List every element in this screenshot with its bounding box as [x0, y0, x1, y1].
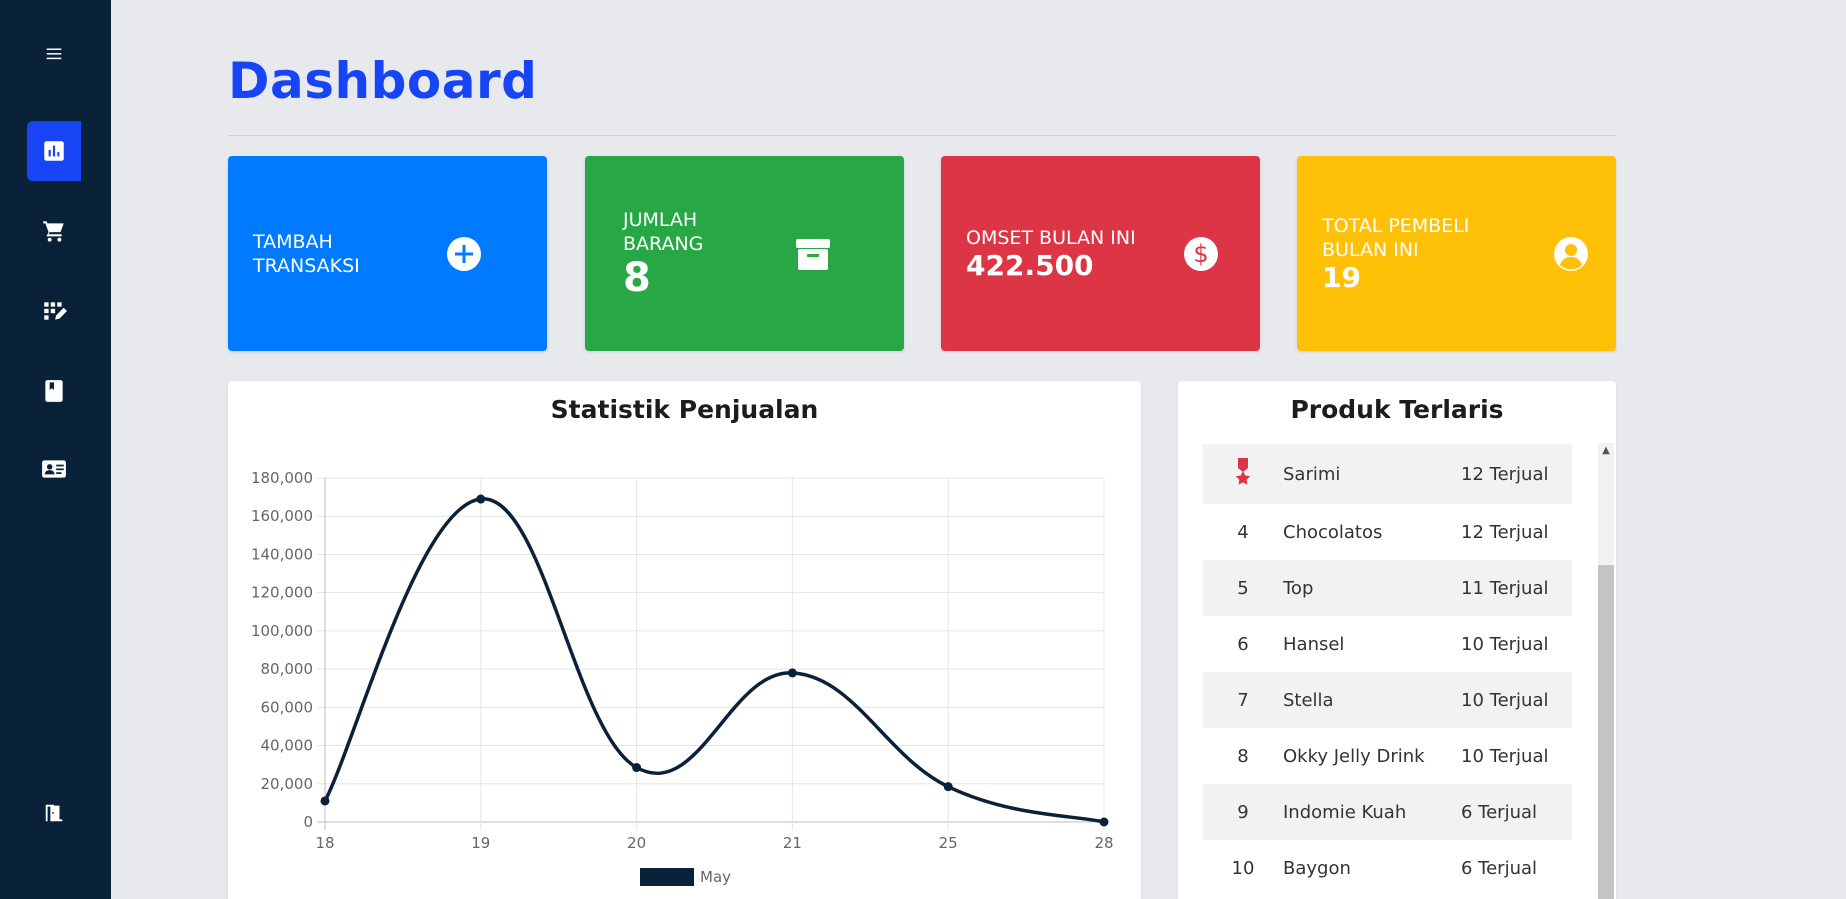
card-value: 8: [623, 254, 651, 301]
card-add-transaction[interactable]: TAMBAH TRANSAKSI: [228, 156, 547, 351]
plus-circle-icon: [447, 236, 481, 271]
x-tick-label: 21: [783, 834, 802, 852]
sidebar-item-products[interactable]: [27, 281, 81, 341]
best-seller-list: Sarimi 12 Terjual 4 Chocolatos 12 Terjual 5 To…: [1203, 444, 1572, 896]
sold-count: 10 Terjual: [1461, 745, 1549, 767]
y-tick-label: 60,000: [261, 698, 314, 716]
list-item: 5 Top 11 Terjual: [1203, 560, 1572, 616]
list-item: 7 Stella 10 Terjual: [1203, 672, 1572, 728]
logout-button[interactable]: [27, 783, 81, 843]
y-tick-label: 160,000: [251, 507, 313, 525]
card-label: JUMLAH BARANG: [623, 208, 704, 255]
sales-chart-panel: Statistik Penjualan 0 20,000 40,000 60,000 8…: [228, 381, 1141, 899]
title-divider: [228, 135, 1616, 136]
product-name: Okky Jelly Drink: [1283, 745, 1425, 767]
data-point: [476, 494, 486, 504]
y-tick-label: 40,000: [261, 737, 314, 755]
bar-chart-icon: [44, 141, 64, 161]
x-tick-label: 20: [627, 834, 646, 852]
scroll-up-arrow-icon[interactable]: ▲: [1598, 443, 1614, 459]
legend-label: May: [700, 868, 731, 886]
y-tick-label: 0: [303, 813, 313, 831]
list-item: 8 Okky Jelly Drink 10 Terjual: [1203, 728, 1572, 784]
sold-count: 10 Terjual: [1461, 689, 1549, 711]
y-tick-label: 140,000: [251, 545, 313, 563]
sidebar-item-dashboard[interactable]: [27, 121, 81, 181]
sidebar-item-reports[interactable]: [27, 361, 81, 421]
rank-number: 4: [1237, 521, 1249, 543]
id-card-icon: [42, 460, 66, 478]
list-item: 10 Baygon 6 Terjual: [1203, 840, 1572, 896]
product-name: Hansel: [1283, 633, 1345, 655]
card-label: OMSET BULAN INI: [966, 226, 1136, 249]
product-name: Indomie Kuah: [1283, 801, 1407, 823]
page-title: Dashboard: [228, 52, 538, 110]
card-label: TAMBAH TRANSAKSI: [253, 230, 360, 277]
list-scrollbar[interactable]: ▲: [1598, 443, 1614, 899]
product-name: Sarimi: [1283, 463, 1341, 485]
list-item: 4 Chocolatos 12 Terjual: [1203, 504, 1572, 560]
menu-toggle-button[interactable]: [27, 24, 81, 84]
x-tick-label: 25: [939, 834, 958, 852]
sold-count: 12 Terjual: [1461, 521, 1549, 543]
logout-door-icon: [45, 804, 63, 822]
card-value: 19: [1322, 260, 1361, 294]
sidebar-item-members[interactable]: [27, 439, 81, 499]
rank-number: 9: [1237, 801, 1249, 823]
y-tick-label: 120,000: [251, 584, 313, 602]
sold-count: 12 Terjual: [1461, 463, 1549, 485]
card-item-count[interactable]: JUMLAH BARANG 8: [585, 156, 904, 351]
x-tick-label: 18: [315, 834, 334, 852]
product-name: Stella: [1283, 689, 1334, 711]
cart-icon: [43, 221, 64, 242]
sold-count: 6 Terjual: [1461, 857, 1538, 879]
product-name: Top: [1283, 577, 1314, 599]
series-line: [323, 497, 1105, 824]
medal-icon: [1203, 457, 1283, 491]
data-point: [943, 782, 953, 792]
archive-box-icon: [796, 238, 830, 270]
sold-count: 10 Terjual: [1461, 633, 1549, 655]
sidebar: [0, 0, 111, 899]
list-item: Sarimi 12 Terjual: [1203, 444, 1572, 504]
list-item: 6 Hansel 10 Terjual: [1203, 616, 1572, 672]
data-point: [632, 763, 642, 773]
svg-text:$: $: [1193, 240, 1208, 268]
data-point: [787, 668, 797, 678]
data-point: [1099, 817, 1109, 827]
rank-number: 6: [1237, 633, 1249, 655]
user-circle-icon: [1554, 236, 1588, 271]
y-tick-label: 100,000: [251, 622, 313, 640]
x-tick-label: 28: [1094, 834, 1113, 852]
legend-swatch: [640, 868, 694, 886]
sidebar-item-transactions[interactable]: [27, 201, 81, 261]
sold-count: 11 Terjual: [1461, 577, 1549, 599]
edit-grid-icon: [44, 302, 67, 320]
data-point: [320, 796, 330, 806]
rank-number: 8: [1237, 745, 1249, 767]
card-monthly-revenue[interactable]: OMSET BULAN INI 422.500 $: [941, 156, 1260, 351]
scrollbar-thumb[interactable]: [1598, 565, 1614, 899]
card-monthly-buyers[interactable]: TOTAL PEMBELI BULAN INI 19: [1297, 156, 1616, 351]
x-tick-label: 19: [471, 834, 490, 852]
y-tick-label: 80,000: [261, 660, 314, 678]
card-label: TOTAL PEMBELI BULAN INI: [1322, 214, 1470, 261]
menu-icon: [46, 48, 62, 60]
y-tick-label: 180,000: [251, 469, 313, 487]
rank-number: 7: [1237, 689, 1249, 711]
sales-line-chart: 0 20,000 40,000 60,000 80,000 100,000 120,000 1…: [251, 469, 1114, 886]
best-seller-panel: Produk Terlaris Sarimi 12 Terjual 4 Chocola…: [1178, 381, 1616, 899]
sold-count: 6 Terjual: [1461, 801, 1538, 823]
product-name: Baygon: [1283, 857, 1351, 879]
y-tick-label: 20,000: [261, 775, 314, 793]
best-seller-title: Produk Terlaris: [1290, 395, 1504, 424]
dollar-circle-icon: $: [1184, 236, 1218, 271]
book-icon: [45, 380, 63, 402]
product-name: Chocolatos: [1283, 521, 1383, 543]
list-item: 9 Indomie Kuah 6 Terjual: [1203, 784, 1572, 840]
card-value: 422.500: [966, 248, 1094, 282]
rank-number: 5: [1237, 577, 1249, 599]
rank-number: 10: [1231, 857, 1255, 879]
